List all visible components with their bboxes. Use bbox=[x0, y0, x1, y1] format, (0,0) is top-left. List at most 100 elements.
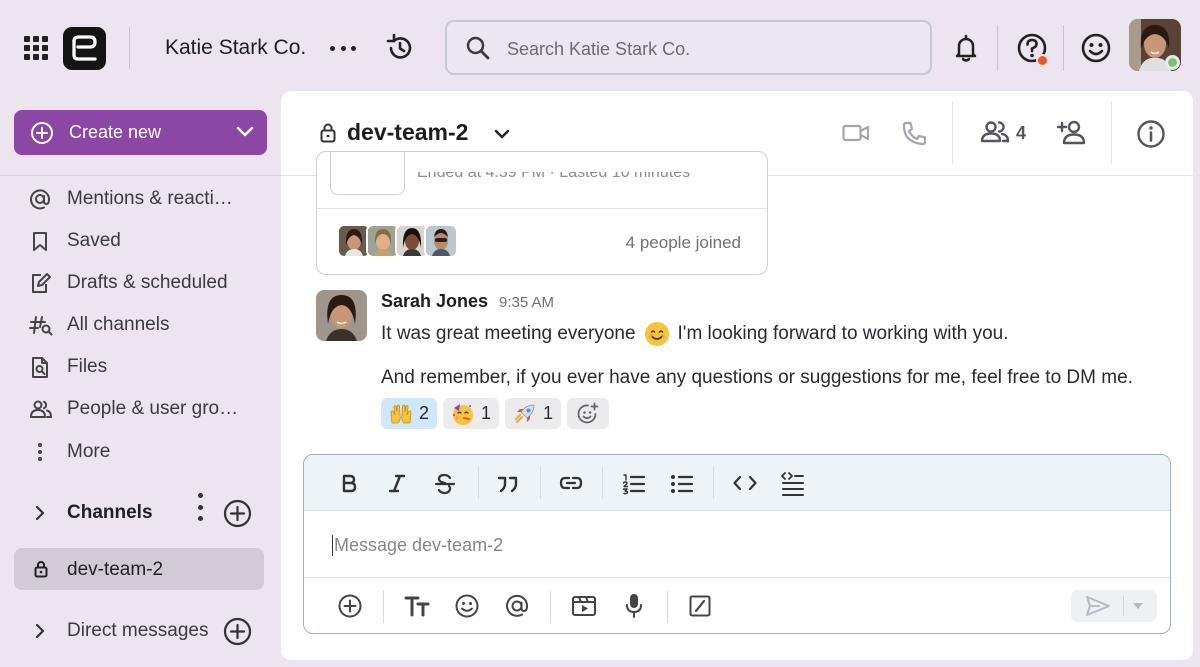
channels-options-icon[interactable] bbox=[196, 493, 204, 521]
reaction-count: 2 bbox=[419, 403, 430, 423]
divider bbox=[1123, 596, 1124, 616]
message-author[interactable]: Sarah Jones bbox=[381, 291, 488, 312]
microphone-icon[interactable] bbox=[625, 593, 643, 619]
send-icon bbox=[1086, 596, 1110, 616]
create-new-button[interactable]: Create new bbox=[14, 110, 267, 155]
main-panel: dev-team-2 4 Ended at 4:39 PM · Lasted 1… bbox=[281, 91, 1193, 660]
add-reaction-button[interactable] bbox=[567, 398, 610, 429]
joined-count-text[interactable]: 4 people joined bbox=[626, 233, 741, 253]
strikethrough-icon[interactable] bbox=[434, 473, 456, 495]
at-icon bbox=[30, 189, 51, 210]
attach-plus-icon[interactable] bbox=[338, 594, 362, 618]
video-call-icon[interactable] bbox=[842, 123, 870, 143]
sidebar-item-label: Mentions & reacti… bbox=[67, 188, 233, 209]
sidebar-item-more[interactable]: More bbox=[0, 431, 281, 471]
quote-icon[interactable] bbox=[497, 475, 519, 493]
mention-icon[interactable] bbox=[505, 594, 529, 618]
bookmark-icon bbox=[33, 232, 47, 251]
reaction-raised-hands[interactable]: 2 bbox=[381, 398, 438, 429]
sidebar-item-label: All channels bbox=[67, 314, 170, 335]
sidebar-item-mentions[interactable]: Mentions & reacti… bbox=[0, 178, 281, 218]
reaction-partying-face[interactable]: 1 bbox=[443, 398, 500, 429]
sidebar-item-people[interactable]: People & user gro… bbox=[0, 388, 281, 428]
divider bbox=[304, 577, 1170, 578]
vertical-dots-icon bbox=[38, 443, 42, 461]
numbered-list-icon[interactable] bbox=[622, 473, 646, 495]
message-text-part: It was great meeting everyone bbox=[381, 323, 636, 344]
bullet-list-icon[interactable] bbox=[670, 473, 694, 495]
call-summary-text: Ended at 4:39 PM · Lasted 10 minutes bbox=[417, 164, 691, 181]
participant-avatars[interactable] bbox=[337, 224, 458, 258]
add-member-icon[interactable] bbox=[1057, 119, 1089, 145]
sidebar-item-label: Drafts & scheduled bbox=[67, 272, 228, 293]
sidebar-item-all-channels[interactable]: All channels bbox=[0, 304, 281, 344]
direct-messages-label[interactable]: Direct messages bbox=[67, 620, 209, 642]
logo-icon bbox=[72, 35, 97, 61]
add-direct-message-icon[interactable] bbox=[223, 617, 252, 646]
status-emoji-icon[interactable] bbox=[1080, 32, 1112, 64]
sidebar-item-saved[interactable]: Saved bbox=[0, 220, 281, 260]
participant-avatar bbox=[424, 224, 458, 258]
app-logo[interactable] bbox=[63, 27, 106, 70]
member-count[interactable]: 4 bbox=[1016, 123, 1026, 144]
formatting-toolbar bbox=[304, 455, 1170, 511]
emoji-picker-icon[interactable] bbox=[455, 594, 479, 618]
divider bbox=[1063, 25, 1064, 71]
text-format-icon[interactable] bbox=[404, 595, 430, 617]
divider bbox=[129, 27, 130, 69]
message-input[interactable]: Message dev-team-2 bbox=[332, 535, 503, 556]
channels-section-label[interactable]: Channels bbox=[67, 502, 153, 524]
chevron-down-icon bbox=[236, 126, 254, 137]
channel-info-icon[interactable] bbox=[1136, 119, 1166, 149]
create-new-label: Create new bbox=[69, 122, 162, 142]
divider bbox=[667, 591, 668, 623]
message-text: And remember, if you ever have any quest… bbox=[381, 367, 1133, 388]
code-icon[interactable] bbox=[733, 475, 757, 491]
lock-icon bbox=[320, 123, 336, 143]
chevron-down-icon[interactable] bbox=[494, 128, 510, 140]
divider bbox=[952, 101, 953, 164]
rocket-emoji-icon bbox=[514, 404, 535, 423]
history-icon[interactable] bbox=[385, 33, 415, 63]
code-block-icon[interactable] bbox=[780, 471, 806, 497]
search-icon bbox=[466, 36, 490, 60]
members-icon[interactable] bbox=[979, 120, 1011, 144]
video-clip-icon[interactable] bbox=[571, 594, 597, 618]
link-icon[interactable] bbox=[559, 475, 583, 491]
message-text-part: I'm looking forward to working with you. bbox=[677, 323, 1009, 344]
chevron-right-icon[interactable] bbox=[33, 623, 47, 639]
workspace-name[interactable]: Katie Stark Co. bbox=[165, 36, 306, 60]
slash-command-icon[interactable] bbox=[689, 595, 711, 617]
search-placeholder: Search Katie Stark Co. bbox=[507, 39, 691, 59]
italic-icon[interactable] bbox=[388, 474, 406, 494]
sidebar-item-drafts[interactable]: Drafts & scheduled bbox=[0, 262, 281, 302]
workspace-more-icon[interactable] bbox=[330, 38, 356, 58]
file-search-icon bbox=[32, 357, 48, 378]
divider bbox=[997, 25, 998, 71]
online-status-dot bbox=[1165, 55, 1180, 70]
channels-search-icon bbox=[29, 316, 53, 336]
app-grid-icon[interactable] bbox=[24, 36, 48, 60]
add-reaction-icon bbox=[577, 402, 599, 423]
message-text: It was great meeting everyone I'm lookin… bbox=[381, 321, 1009, 347]
notifications-bell-icon[interactable] bbox=[952, 33, 980, 63]
message-timestamp[interactable]: 9:35 AM bbox=[499, 294, 554, 311]
phone-call-icon[interactable] bbox=[901, 120, 928, 147]
reaction-rocket[interactable]: 1 bbox=[505, 398, 562, 429]
message-avatar[interactable] bbox=[316, 290, 367, 341]
chevron-right-icon[interactable] bbox=[33, 505, 47, 521]
bold-icon[interactable] bbox=[340, 474, 358, 494]
channel-title[interactable]: dev-team-2 bbox=[347, 119, 468, 146]
divider bbox=[713, 467, 714, 499]
divider bbox=[550, 591, 551, 623]
call-icon-box bbox=[330, 152, 405, 195]
search-input[interactable]: Search Katie Stark Co. bbox=[445, 20, 932, 75]
divider bbox=[383, 591, 384, 623]
sidebar-item-label: More bbox=[67, 441, 111, 462]
sidebar-item-files[interactable]: Files bbox=[0, 346, 281, 386]
help-badge bbox=[1036, 54, 1049, 67]
add-channel-icon[interactable] bbox=[223, 499, 252, 528]
raised-hands-emoji-icon bbox=[390, 404, 412, 423]
sidebar-item-dev-team-2[interactable]: dev-team-2 bbox=[14, 548, 264, 590]
send-button[interactable] bbox=[1071, 590, 1157, 622]
